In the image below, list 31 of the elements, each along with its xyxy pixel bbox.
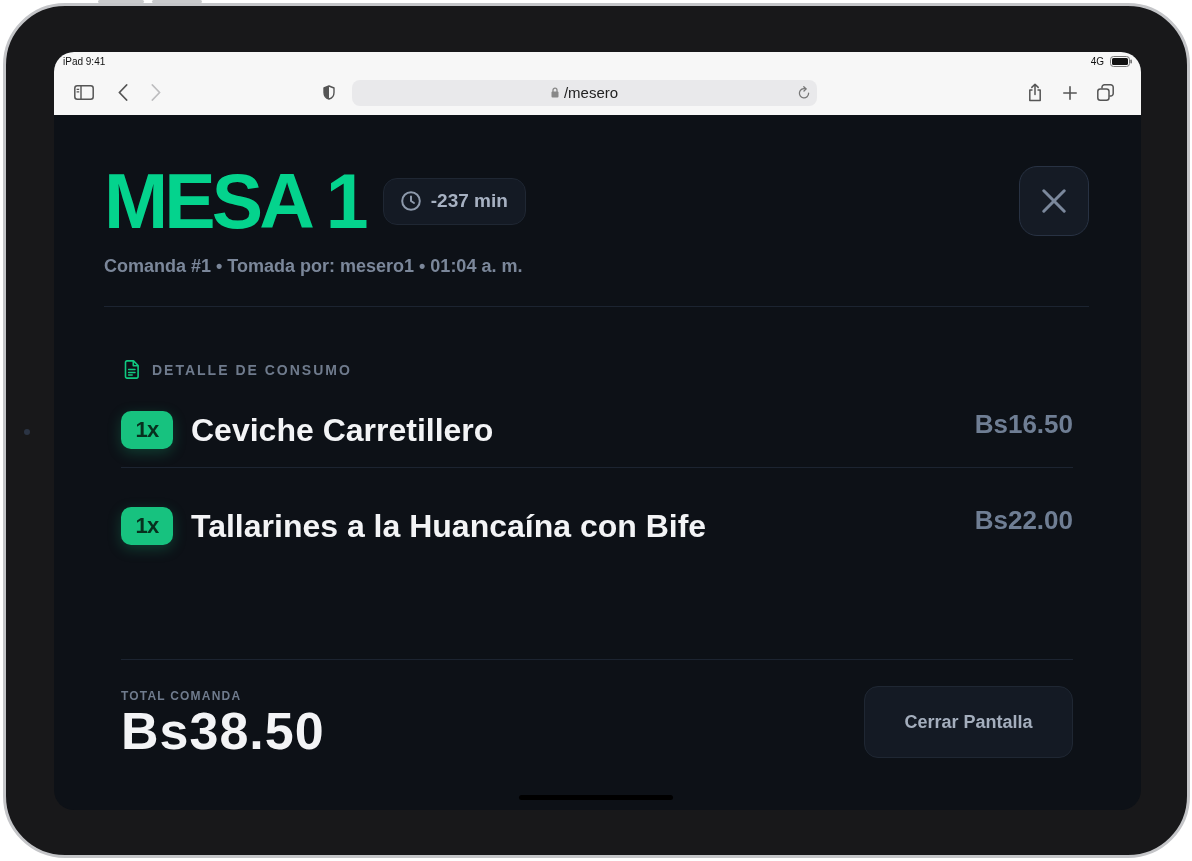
shield-icon[interactable] [323,85,335,100]
clock-icon [400,191,421,211]
sidebar-icon[interactable] [74,85,94,100]
close-button[interactable] [1019,166,1089,236]
document-icon [124,360,139,379]
elapsed-time: -237 min [430,190,508,212]
item-name: Tallarines a la Huancaína con Bife [191,507,708,545]
tabs-icon[interactable] [1097,84,1114,101]
front-camera-icon [24,429,30,435]
total-amount: Bs38.50 [121,707,325,755]
order-subtitle: Comanda #1 • Tomada por: mesero1 • 01:04 a. m. [104,255,524,277]
share-icon[interactable] [1028,83,1042,102]
table-title: MESA 1 [104,162,365,240]
status-time: iPad 9:41 [63,55,106,67]
url-text: /mesero [563,84,619,101]
close-screen-button[interactable]: Cerrar Pantalla [864,686,1073,758]
section-heading: DETALLE DE CONSUMO [152,360,352,379]
total-label: TOTAL COMANDA [121,689,243,703]
reload-icon[interactable] [798,86,810,99]
network-label: 4G [1090,55,1104,67]
item-price: Bs16.50 [974,411,1073,437]
close-icon [1042,189,1066,213]
item-name: Ceviche Carretillero [191,411,495,449]
item-quantity: 1x [121,411,173,449]
plus-icon[interactable] [1063,85,1077,100]
item-price: Bs22.00 [974,507,1073,533]
lock-icon [550,87,559,98]
address-bar[interactable]: /mesero [352,79,817,106]
back-icon[interactable] [118,84,128,101]
battery-icon [1110,55,1132,67]
item-quantity: 1x [121,507,173,545]
